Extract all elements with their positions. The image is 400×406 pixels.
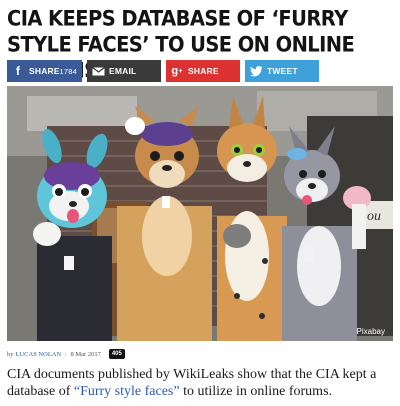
- envelope-icon: [90, 66, 106, 76]
- googleplus-share-button[interactable]: g + SHARE: [166, 60, 240, 82]
- publish-date: 8 Mar 2017: [70, 350, 101, 358]
- share-bar: f SHARE 1784 EMAIL g + SHARE TWEET: [7, 60, 393, 82]
- facebook-share-label: SHARE: [29, 66, 60, 76]
- lede-text-end: to utilize in online forums.: [179, 384, 333, 399]
- email-share-button[interactable]: EMAIL: [87, 60, 161, 82]
- lede-quote-link[interactable]: “Furry style faces”: [74, 384, 180, 399]
- author-link[interactable]: Lucas Nolan: [16, 351, 62, 358]
- email-share-label: EMAIL: [109, 66, 137, 76]
- google-plus-icon: g +: [171, 65, 183, 77]
- byline: by Lucas Nolan | 8 Mar 2017 405: [7, 348, 125, 360]
- byline-prefix: by: [7, 350, 14, 358]
- facebook-share-count: 1784: [59, 66, 77, 76]
- furries-convention-photo: ou: [7, 86, 393, 341]
- svg-text:ou: ou: [367, 209, 381, 224]
- comment-count-badge[interactable]: 405: [108, 349, 125, 359]
- facebook-share-button[interactable]: f SHARE 1784: [7, 60, 82, 82]
- googleplus-share-label: SHARE: [188, 66, 219, 76]
- byline-separator: |: [65, 350, 67, 358]
- twitter-share-label: TWEET: [267, 66, 298, 76]
- twitter-share-button[interactable]: TWEET: [245, 60, 319, 82]
- twitter-bird-icon: [248, 65, 264, 77]
- article-lede: CIA documents published by WikiLeaks sho…: [7, 366, 395, 400]
- article-photo: ou Pixabay: [7, 86, 393, 341]
- facebook-f-icon: f: [15, 64, 21, 78]
- image-credit: Pixabay: [356, 327, 385, 336]
